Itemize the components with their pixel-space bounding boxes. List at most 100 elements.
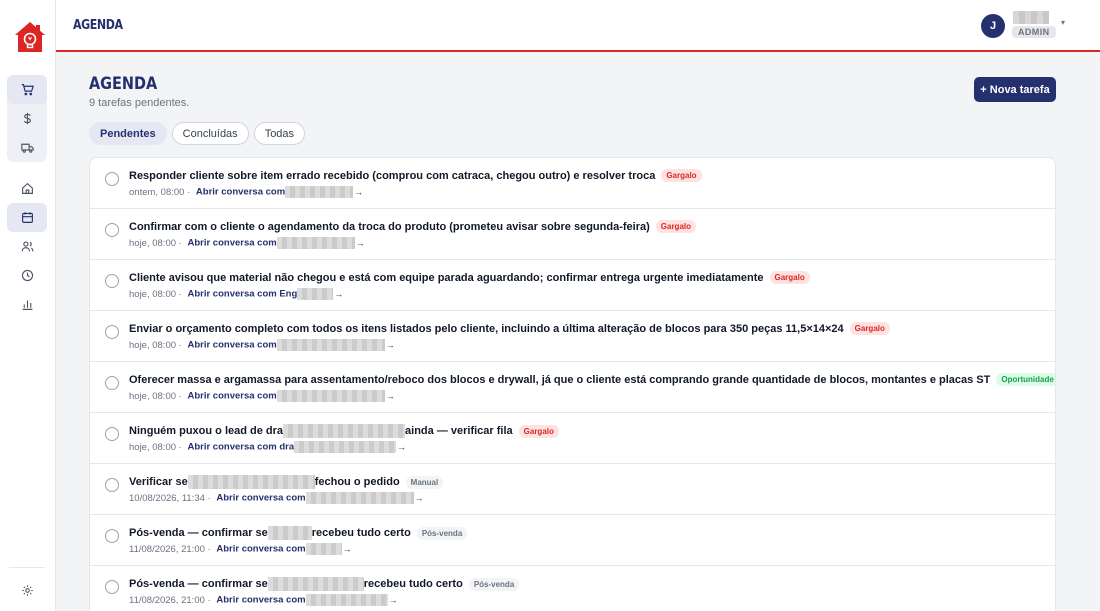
cart-icon xyxy=(21,84,34,96)
task-row[interactable]: Pós-venda — confirmar se recebeu tudo ce… xyxy=(90,515,1055,566)
task-list: Responder cliente sobre item errado rece… xyxy=(89,157,1056,611)
task-meta: hoje, 08:00 · Abrir conversa com → xyxy=(129,237,365,249)
task-title-start: Pós-venda — confirmar se xyxy=(129,578,268,590)
task-time: ontem, 08:00 xyxy=(129,186,185,198)
open-conversation-label: Abrir conversa com Eng xyxy=(187,288,298,300)
task-title: Enviar o orçamento completo com todos os… xyxy=(129,322,844,335)
redacted-name xyxy=(267,526,312,540)
chevron-down-icon[interactable]: ▾ xyxy=(1061,18,1065,27)
open-conversation-link[interactable]: Abrir conversa com → xyxy=(187,237,365,249)
task-meta: hoje, 08:00 · Abrir conversa com Eng → xyxy=(129,288,343,300)
task-title: Cliente avisou que material não chegou e… xyxy=(129,271,764,284)
redacted-contact xyxy=(276,339,385,351)
tab-pendentes[interactable]: Pendentes xyxy=(89,122,167,145)
sidebar-item-reports[interactable] xyxy=(7,290,47,319)
open-conversation-link[interactable]: Abrir conversa com → xyxy=(196,186,363,198)
sidebar-item-agenda[interactable] xyxy=(7,203,47,232)
task-row[interactable]: Enviar o orçamento completo com todos os… xyxy=(90,311,1055,362)
truck-icon xyxy=(20,143,34,153)
task-row[interactable]: Pós-venda — confirmar se recebeu tudo ce… xyxy=(90,566,1055,611)
arrow-right-icon: → xyxy=(388,594,398,605)
sidebar-group-commerce xyxy=(7,75,47,162)
task-row[interactable]: Responder cliente sobre item errado rece… xyxy=(90,158,1055,209)
task-title-end: fechou o pedido xyxy=(314,476,400,488)
meta-separator: · xyxy=(176,288,185,300)
task-row[interactable]: Cliente avisou que material não chegou e… xyxy=(90,260,1055,311)
task-tag: Pós-venda xyxy=(468,577,520,591)
task-row[interactable]: Oferecer massa e argamassa para assentam… xyxy=(90,362,1055,413)
avatar[interactable]: J xyxy=(981,14,1005,38)
house-bulb-logo[interactable] xyxy=(13,20,47,54)
task-title-start: Pós-venda — confirmar se xyxy=(129,527,268,539)
task-checkbox[interactable] xyxy=(105,529,119,543)
home-icon xyxy=(21,182,33,194)
gear-icon xyxy=(21,585,33,596)
role-badge: ADMIN xyxy=(1012,26,1056,38)
task-meta: 11/08/2026, 21:00 · Abrir conversa com → xyxy=(129,594,398,606)
task-title-end: recebeu tudo certo xyxy=(311,527,411,539)
sidebar-item-finance[interactable] xyxy=(7,104,47,133)
task-checkbox[interactable] xyxy=(105,478,119,492)
task-row[interactable]: Confirmar com o cliente o agendamento da… xyxy=(90,209,1055,260)
tab-concluidas[interactable]: Concluídas xyxy=(171,122,249,145)
open-conversation-link[interactable]: Abrir conversa com → xyxy=(216,492,424,504)
task-checkbox[interactable] xyxy=(105,427,119,441)
open-conversation-link[interactable]: Abrir conversa com → xyxy=(187,390,395,402)
arrow-right-icon: → xyxy=(385,339,395,350)
task-title-end: recebeu tudo certo xyxy=(363,578,463,590)
task-checkbox[interactable] xyxy=(105,580,119,594)
sidebar-item-settings[interactable] xyxy=(7,576,47,605)
open-conversation-label: Abrir conversa com xyxy=(216,543,306,555)
scrollbar[interactable] xyxy=(1088,60,1094,605)
task-row[interactable]: Verificar se fechou o pedido Manual 10/0… xyxy=(90,464,1055,515)
task-title-end: ainda — verificar fila xyxy=(405,425,513,437)
redacted-contact xyxy=(285,186,354,198)
open-conversation-link[interactable]: Abrir conversa com → xyxy=(187,339,395,351)
meta-separator: · xyxy=(184,186,193,198)
open-conversation-label: Abrir conversa com xyxy=(187,390,277,402)
task-title: Oferecer massa e argamassa para assentam… xyxy=(129,373,991,386)
new-task-button[interactable]: + Nova tarefa xyxy=(974,77,1056,102)
task-title-line: Enviar o orçamento completo com todos os… xyxy=(129,322,890,335)
arrow-right-icon: → xyxy=(414,492,424,503)
sidebar-item-home[interactable] xyxy=(7,174,47,203)
redacted-name xyxy=(187,475,315,489)
redacted-name xyxy=(283,424,406,438)
meta-separator: · xyxy=(176,339,185,351)
task-title-start: Verificar se xyxy=(129,476,188,488)
user-name-redacted xyxy=(1013,11,1049,24)
tab-todas[interactable]: Todas xyxy=(253,122,306,145)
task-title-line: Pós-venda — confirmar se recebeu tudo ce… xyxy=(129,577,520,591)
task-checkbox[interactable] xyxy=(105,376,119,390)
task-row[interactable]: Ninguém puxou o lead de dra ainda — veri… xyxy=(90,413,1055,464)
sidebar-item-history[interactable] xyxy=(7,261,47,290)
open-conversation-link[interactable]: Abrir conversa com → xyxy=(216,543,352,555)
open-conversation-link[interactable]: Abrir conversa com dra → xyxy=(187,441,406,453)
task-title-line: Ninguém puxou o lead de dra ainda — veri… xyxy=(129,424,559,438)
task-time: hoje, 08:00 xyxy=(129,390,177,402)
redacted-name xyxy=(267,577,364,591)
task-checkbox[interactable] xyxy=(105,325,119,339)
top-header: AGENDA J ADMIN ▾ xyxy=(56,0,1100,52)
task-checkbox[interactable] xyxy=(105,274,119,288)
meta-separator: · xyxy=(204,543,214,555)
task-time: hoje, 08:00 xyxy=(129,339,177,351)
open-conversation-label: Abrir conversa com dra xyxy=(187,441,295,453)
users-icon xyxy=(21,241,33,252)
sidebar-item-cart[interactable] xyxy=(7,75,47,104)
task-meta: hoje, 08:00 · Abrir conversa com → xyxy=(129,390,395,402)
open-conversation-link[interactable]: Abrir conversa com Eng → xyxy=(187,288,343,300)
task-tag: Pós-venda xyxy=(416,526,468,540)
task-checkbox[interactable] xyxy=(105,172,119,186)
meta-separator: · xyxy=(204,594,214,606)
open-conversation-link[interactable]: Abrir conversa com → xyxy=(216,594,398,606)
task-time: hoje, 08:00 xyxy=(129,441,177,453)
sidebar-item-delivery[interactable] xyxy=(7,133,47,162)
arrow-right-icon: → xyxy=(385,390,395,401)
sidebar-item-contacts[interactable] xyxy=(7,232,47,261)
sidebar-group-main xyxy=(7,174,47,319)
task-title: Responder cliente sobre item errado rece… xyxy=(129,169,656,182)
arrow-right-icon: → xyxy=(354,186,364,197)
task-title-line: Pós-venda — confirmar se recebeu tudo ce… xyxy=(129,526,468,540)
task-checkbox[interactable] xyxy=(105,223,119,237)
